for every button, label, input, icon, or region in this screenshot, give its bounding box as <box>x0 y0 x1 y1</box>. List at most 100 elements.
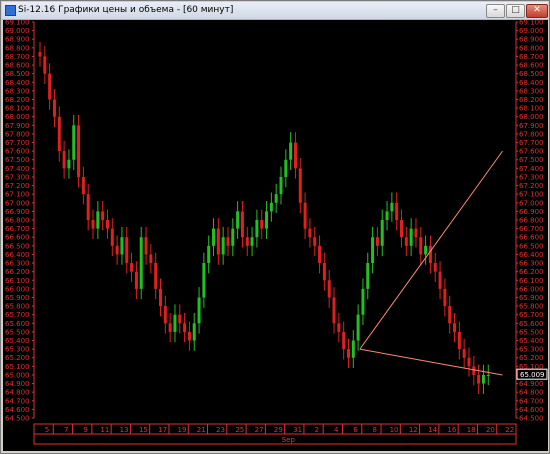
maximize-button[interactable]: □ <box>506 4 525 18</box>
candle-body <box>91 220 95 229</box>
y-tick-label-right: 64.600 <box>519 406 544 414</box>
y-tick-label-left: 69.100 <box>5 20 30 27</box>
x-month-label: Sep <box>282 436 296 444</box>
y-tick-label-right: 68.700 <box>519 53 544 61</box>
candle-body <box>433 263 437 272</box>
y-tick-label-right: 66.700 <box>519 225 544 233</box>
x-tick-label: 20 <box>486 426 495 434</box>
x-tick-label: 14 <box>428 426 437 434</box>
y-tick-label-left: 67.600 <box>5 148 30 156</box>
y-tick-label-right: 67.500 <box>519 156 544 164</box>
y-tick-label-right: 67.300 <box>519 173 544 181</box>
candle-body <box>163 306 167 324</box>
y-tick-label-right: 64.900 <box>519 380 544 388</box>
candle-body <box>477 374 481 384</box>
x-tick-label: 27 <box>255 426 264 434</box>
y-tick-label-left: 64.800 <box>5 389 30 397</box>
candle-body <box>303 202 307 229</box>
candle-body <box>197 297 201 324</box>
candle-body <box>298 168 302 203</box>
candle-body <box>289 142 293 160</box>
y-tick-label-right: 67.700 <box>519 139 544 147</box>
y-tick-label-left: 66.000 <box>5 285 30 293</box>
y-tick-label-right: 66.800 <box>519 217 544 225</box>
minimize-button[interactable]: – <box>486 4 505 18</box>
candle-body <box>404 237 408 246</box>
y-tick-label-left: 65.400 <box>5 337 30 345</box>
y-tick-label-left: 68.900 <box>5 36 30 44</box>
candle-body <box>419 237 423 255</box>
candle-body <box>149 254 153 264</box>
x-axis-month-row <box>33 433 517 445</box>
y-tick-label-left: 66.100 <box>5 277 30 285</box>
candle-body <box>101 211 105 220</box>
candle-body <box>390 202 394 212</box>
y-tick-label-left: 65.300 <box>5 346 30 354</box>
candle-body <box>62 151 66 169</box>
y-tick-label-left: 68.100 <box>5 105 30 113</box>
y-tick-label-left: 67.900 <box>5 122 30 130</box>
candle-body <box>250 237 254 246</box>
y-tick-label-right: 66.400 <box>519 251 544 259</box>
candle-body <box>212 228 216 246</box>
candle-body <box>81 176 85 195</box>
candle-body <box>43 56 47 74</box>
y-tick-label-left: 68.200 <box>5 96 30 104</box>
y-tick-label-right: 64.800 <box>519 389 544 397</box>
x-tick-label: 16 <box>447 426 456 434</box>
price-chart[interactable]: 69.100 69.10069.000 69.00068.900 68.90068.8… <box>3 20 548 451</box>
candle-body <box>183 323 187 332</box>
y-tick-label-right: 68.800 <box>519 44 544 52</box>
y-tick-label-right: 68.400 <box>519 79 544 87</box>
candle-body <box>187 331 191 341</box>
y-tick-label-left: 67.500 <box>5 156 30 164</box>
y-tick-label-left: 65.200 <box>5 354 30 362</box>
candle-body <box>240 211 244 238</box>
candle-body <box>216 228 220 255</box>
candle-body <box>236 211 240 229</box>
candle-body <box>395 202 399 220</box>
y-tick-label-left: 65.500 <box>5 328 30 336</box>
candle-body <box>337 323 341 332</box>
y-tick-label-right: 67.000 <box>519 199 544 207</box>
x-tick-label: 12 <box>409 426 418 434</box>
y-tick-label-left: 64.900 <box>5 380 30 388</box>
y-tick-label-left: 65.000 <box>5 371 30 379</box>
y-tick-label-left: 67.400 <box>5 165 30 173</box>
y-tick-label-right: 68.000 <box>519 113 544 121</box>
candle-body <box>77 125 81 177</box>
x-tick-label: 2 <box>315 426 319 434</box>
candle-body <box>86 194 90 220</box>
x-tick-label: 15 <box>139 426 148 434</box>
y-tick-label-left: 66.500 <box>5 242 30 250</box>
candle-body <box>366 263 370 289</box>
y-tick-label-left: 65.900 <box>5 294 30 302</box>
candle-body <box>457 331 461 350</box>
candle-body <box>481 374 485 384</box>
x-tick-label: 4 <box>334 426 339 434</box>
title-bar[interactable]: Si-12.16 Графики цены и объема - [60 мин… <box>2 2 548 20</box>
candle-body <box>38 52 42 57</box>
app-icon <box>5 5 16 16</box>
candle-body <box>269 202 273 212</box>
candle-body <box>72 125 76 160</box>
candle-body <box>192 323 196 341</box>
y-tick-label-right: 65.500 <box>519 328 544 336</box>
close-button[interactable]: ✕ <box>526 4 548 18</box>
y-tick-label-right: 65.700 <box>519 311 544 319</box>
y-tick-label-right: 64.500 <box>519 415 544 423</box>
y-tick-label-right: 66.500 <box>519 242 544 250</box>
y-tick-label-left: 68.000 <box>5 113 30 121</box>
candle-body <box>125 237 129 264</box>
y-tick-label-left: 67.000 <box>5 199 30 207</box>
candle-body <box>351 340 355 358</box>
x-tick-label: 9 <box>83 426 87 434</box>
candle-body <box>67 159 71 169</box>
y-tick-label-left: 67.700 <box>5 139 30 147</box>
x-tick-label: 5 <box>45 426 49 434</box>
y-tick-label-left: 66.900 <box>5 208 30 216</box>
chart-area[interactable]: 69.100 69.100 69.000 69.000 68.900 68.900 68.8… <box>3 20 548 451</box>
candle-body <box>327 280 331 298</box>
candle-body <box>139 237 143 289</box>
candle-body <box>144 237 148 255</box>
